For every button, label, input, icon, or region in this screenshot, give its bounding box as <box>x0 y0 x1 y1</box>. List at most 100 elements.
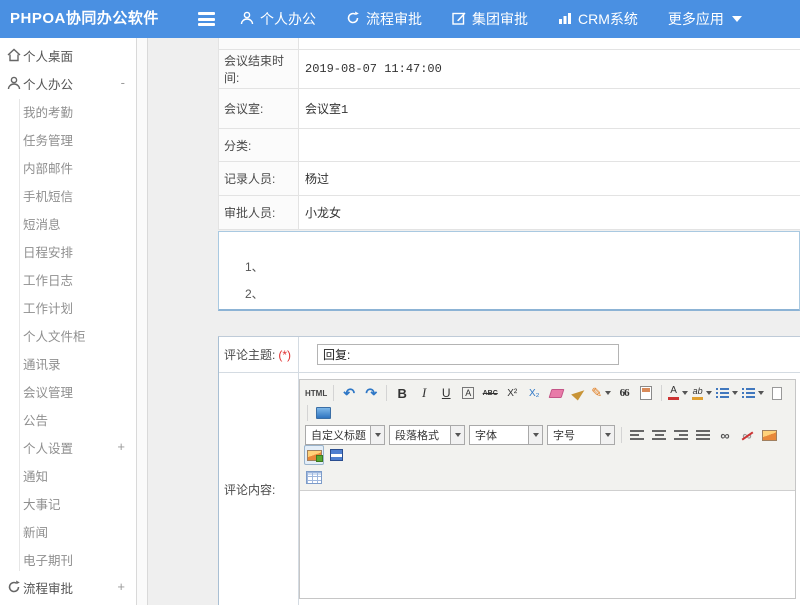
field-label: 会议结束时间: <box>219 50 299 88</box>
sidebar-item-contacts[interactable]: 通讯录 <box>0 349 136 377</box>
meeting-content-box: 1、 2、 <box>218 231 800 311</box>
sidebar-item-label: 会议管理 <box>23 382 73 401</box>
app-title: PHPOA协同办公软件 <box>10 0 159 38</box>
field-value: 2019-08-07 11:47:00 <box>299 50 800 88</box>
sidebar-item-task-management[interactable]: 任务管理 <box>0 125 136 153</box>
sidebar-item-label: 电子期刊 <box>23 550 73 569</box>
person-icon <box>7 76 21 90</box>
nav-personal-office[interactable]: 个人办公 <box>240 9 316 29</box>
media-icon[interactable] <box>326 445 346 465</box>
sidebar-item-news[interactable]: 新闻 <box>0 517 136 545</box>
table-icon[interactable] <box>304 467 324 487</box>
sidebar-item-label: 日程安排 <box>23 242 73 261</box>
superscript-icon[interactable] <box>502 383 522 403</box>
sidebar-item-schedule[interactable]: 日程安排 <box>0 237 136 265</box>
sidebar-item-label: 手机短信 <box>23 186 73 205</box>
format-brush-dropdown[interactable] <box>590 383 612 403</box>
nav-label: 个人办公 <box>260 9 316 29</box>
expand-icon[interactable]: + <box>117 433 125 461</box>
sidebar-scrollbar[interactable] <box>136 38 148 605</box>
dropdown-arrow-icon <box>450 426 464 444</box>
home-icon <box>7 48 21 62</box>
dropdown-arrow-icon <box>706 391 712 395</box>
sidebar-item-label: 工作计划 <box>23 298 73 317</box>
sidebar-item-personal-office[interactable]: 个人办公 - <box>0 69 136 97</box>
sidebar-item-my-attendance[interactable]: 我的考勤 <box>0 97 136 125</box>
editor-content-area[interactable] <box>300 491 795 598</box>
sidebar-item-label: 大事记 <box>23 494 61 513</box>
hamburger-menu-icon[interactable] <box>198 12 215 26</box>
sidebar-item-personal-files[interactable]: 个人文件柜 <box>0 321 136 349</box>
font-background-icon[interactable] <box>458 383 478 403</box>
blockquote-icon[interactable] <box>614 383 634 403</box>
underline-icon[interactable] <box>436 383 456 403</box>
sidebar-item-sms[interactable]: 手机短信 <box>0 181 136 209</box>
sidebar-item-announcement[interactable]: 公告 <box>0 405 136 433</box>
dropdown-arrow-icon <box>732 391 738 395</box>
link-icon[interactable] <box>715 425 735 445</box>
html-source-button[interactable]: HTML <box>304 383 328 403</box>
dropdown-arrow-icon <box>528 426 542 444</box>
fullscreen-icon[interactable] <box>313 403 333 423</box>
image-icon[interactable] <box>759 425 779 445</box>
heading-select[interactable]: 自定义标题 <box>305 425 385 445</box>
image-upload-icon[interactable] <box>304 445 324 465</box>
align-center-icon[interactable] <box>649 425 669 445</box>
undo-icon[interactable] <box>339 383 359 403</box>
comment-content-label: 评论内容: <box>224 481 275 498</box>
sidebar-item-work-plan[interactable]: 工作计划 <box>0 293 136 321</box>
font-color-dropdown[interactable] <box>667 383 689 403</box>
toolbar-row-1: HTML <box>303 382 792 424</box>
quick-format-icon[interactable] <box>568 383 588 403</box>
italic-icon[interactable] <box>414 383 434 403</box>
nav-more-apps[interactable]: 更多应用 <box>668 9 742 29</box>
dropdown-arrow-icon <box>600 426 614 444</box>
sidebar-item-personal-desktop[interactable]: 个人桌面 <box>0 41 136 69</box>
expand-icon[interactable]: + <box>117 573 125 601</box>
nav-crm-system[interactable]: CRM系统 <box>558 9 638 29</box>
field-label: 审批人员: <box>219 196 299 229</box>
align-left-icon[interactable] <box>627 425 647 445</box>
sidebar-item-label: 新闻 <box>23 522 48 541</box>
align-justify-icon[interactable] <box>693 425 713 445</box>
select-value: 字号 <box>548 427 600 443</box>
sidebar-item-notification[interactable]: 通知 <box>0 461 136 489</box>
bold-icon[interactable] <box>392 383 412 403</box>
sidebar-item-label: 个人办公 <box>23 74 73 93</box>
align-right-icon[interactable] <box>671 425 691 445</box>
font-size-select[interactable]: 字号 <box>547 425 615 445</box>
remove-format-icon[interactable] <box>546 383 566 403</box>
rich-text-editor: HTML <box>299 379 796 599</box>
edit-icon <box>452 11 466 28</box>
paragraph-format-select[interactable]: 段落格式 <box>389 425 465 445</box>
sidebar-item-personal-settings[interactable]: 个人设置 + <box>0 433 136 461</box>
nav-label: 流程审批 <box>366 9 422 29</box>
unordered-list-dropdown[interactable] <box>741 383 765 403</box>
font-family-select[interactable]: 字体 <box>469 425 543 445</box>
new-document-icon[interactable] <box>767 383 787 403</box>
table-row-meeting-room: 会议室: 会议室1 <box>219 89 800 129</box>
dropdown-arrow-icon <box>370 426 384 444</box>
person-icon <box>240 11 254 28</box>
sidebar-item-e-journal[interactable]: 电子期刊 <box>0 545 136 573</box>
strikethrough-icon[interactable] <box>480 383 500 403</box>
sidebar-item-major-events[interactable]: 大事记 <box>0 489 136 517</box>
ordered-list-dropdown[interactable] <box>715 383 739 403</box>
collapse-icon[interactable]: - <box>121 69 125 97</box>
nav-group-approval[interactable]: 集团审批 <box>452 9 528 29</box>
redo-icon[interactable] <box>361 383 381 403</box>
sidebar-item-short-message[interactable]: 短消息 <box>0 209 136 237</box>
nav-workflow-approval[interactable]: 流程审批 <box>346 9 422 29</box>
sidebar-item-meeting-management[interactable]: 会议管理 <box>0 377 136 405</box>
highlight-dropdown[interactable] <box>691 383 713 403</box>
comment-subject-input[interactable] <box>317 344 619 365</box>
unlink-icon[interactable] <box>737 425 757 445</box>
table-row-end-time: 会议结束时间: 2019-08-07 11:47:00 <box>219 50 800 89</box>
sidebar-item-workflow-approval[interactable]: 流程审批 + <box>0 573 136 601</box>
paste-icon[interactable] <box>636 383 656 403</box>
sidebar-item-internal-mail[interactable]: 内部邮件 <box>0 153 136 181</box>
subscript-icon[interactable] <box>524 383 544 403</box>
sidebar-item-work-log[interactable]: 工作日志 <box>0 265 136 293</box>
comment-form: 评论主题: (*) 评论内容: HTML <box>218 336 800 605</box>
caret-down-icon <box>732 16 742 22</box>
